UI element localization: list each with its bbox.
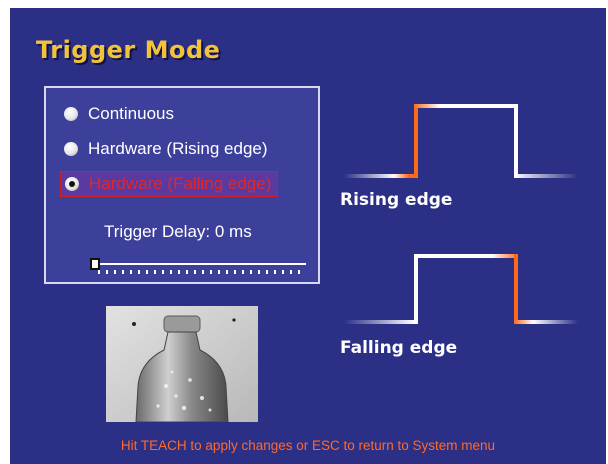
falling-edge-label: Falling edge [340, 338, 458, 358]
rising-edge-label: Rising edge [340, 190, 453, 210]
trigger-mode-screen: Trigger Mode Continuous Hardware (Rising… [10, 8, 606, 464]
rising-edge-waveform [344, 104, 578, 178]
waveform-diagrams [344, 104, 578, 324]
falling-edge-waveform [344, 254, 578, 324]
footer-hint: Hit TEACH to apply changes or ESC to ret… [120, 438, 496, 453]
